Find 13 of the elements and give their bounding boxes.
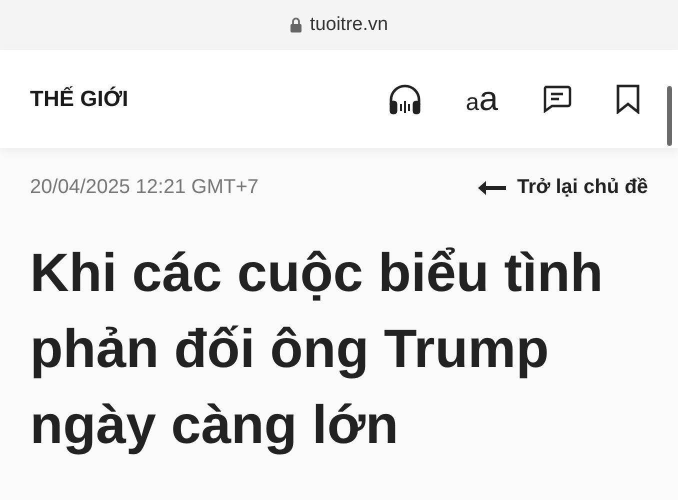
comment-icon[interactable] xyxy=(542,85,572,113)
scrollbar xyxy=(667,86,672,146)
font-size-button[interactable]: aa xyxy=(466,82,498,116)
address-bar[interactable]: tuoitre.vn xyxy=(0,0,678,50)
back-link[interactable]: Trở lại chủ đề xyxy=(477,176,648,199)
timestamp: 20/04/2025 12:21 GMT+7 xyxy=(30,176,258,199)
article-title: Khi các cuộc biểu tình phản đối ông Trump ngày càng lớn xyxy=(30,242,604,457)
headphones-icon[interactable] xyxy=(388,83,422,115)
arrow-icon xyxy=(477,180,508,196)
lock-icon xyxy=(290,17,302,33)
section-title: THẾ GIỚI xyxy=(30,86,130,112)
bookmark-icon[interactable] xyxy=(616,84,640,114)
url-text: tuoitre.vn xyxy=(310,14,388,36)
